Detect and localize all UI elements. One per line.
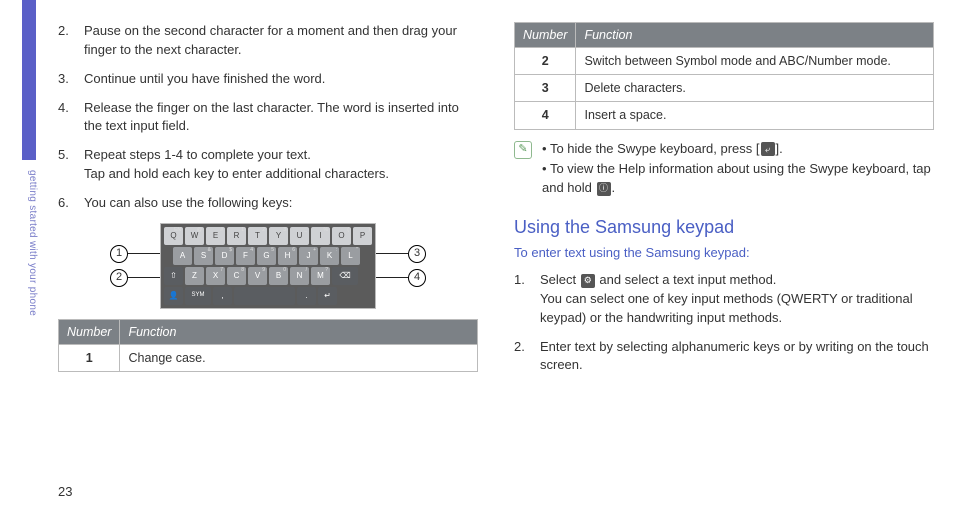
keypad-key: K: xyxy=(320,247,339,265)
td-fn: Switch between Symbol mode and ABC/Numbe… xyxy=(576,48,934,75)
keypad-key: . xyxy=(297,287,316,305)
keypad-key: A xyxy=(173,247,192,265)
step-text: Repeat steps 1-4 to complete your text. … xyxy=(84,146,478,184)
td-num: 3 xyxy=(515,75,576,102)
side-chapter-label: getting started with your phone xyxy=(20,170,38,370)
keypad-key: ⌫ xyxy=(332,267,358,285)
step-text: Select ⚙ and select a text input method.… xyxy=(540,271,934,328)
function-table-left: NumberFunction 1Change case. xyxy=(58,319,478,372)
keypad-key: H6 xyxy=(278,247,297,265)
td-num: 4 xyxy=(515,102,576,129)
td-fn: Delete characters. xyxy=(576,75,934,102)
keypad-key: O( xyxy=(332,227,351,245)
swype-steps: 2.Pause on the second character for a mo… xyxy=(58,22,478,213)
page-number: 23 xyxy=(58,484,72,499)
step-text: Pause on the second character for a mome… xyxy=(84,22,478,60)
step-num: 1. xyxy=(514,271,540,328)
keypad-key: Z xyxy=(185,267,204,285)
keypad-key: L" xyxy=(341,247,360,265)
th-number: Number xyxy=(515,23,576,48)
keypad-key: I% xyxy=(311,227,330,245)
step-num: 3. xyxy=(58,70,84,89)
note-item: To view the Help information about using… xyxy=(542,160,934,198)
section-heading: Using the Samsung keypad xyxy=(514,214,934,240)
step-num: 6. xyxy=(58,194,84,213)
back-key-icon: ⤶ xyxy=(761,142,775,156)
td-num: 2 xyxy=(515,48,576,75)
step-text: Enter text by selecting alphanumeric key… xyxy=(540,338,934,376)
keypad-key: 👤 xyxy=(164,287,183,305)
left-column: 2.Pause on the second character for a mo… xyxy=(58,22,478,517)
keypad-key: C8 xyxy=(227,267,246,285)
function-table-right: NumberFunction 2Switch between Symbol mo… xyxy=(514,22,934,130)
step-num: 4. xyxy=(58,99,84,137)
step-text: Continue until you have finished the wor… xyxy=(84,70,478,89)
td-num: 1 xyxy=(59,344,120,371)
keypad-key: B0 xyxy=(269,267,288,285)
callout-1: 1 xyxy=(110,245,128,263)
th-function: Function xyxy=(576,23,934,48)
keypad-key: T2 xyxy=(248,227,267,245)
callout-4: 4 xyxy=(408,269,426,287)
keypad-key: W@ xyxy=(185,227,204,245)
keypad-key: F4 xyxy=(236,247,255,265)
step-num: 2. xyxy=(58,22,84,60)
keypad-key: ⇧ xyxy=(164,267,183,285)
th-number: Number xyxy=(59,319,120,344)
keypad-key: ↵ xyxy=(318,287,337,305)
keypad-key: N/ xyxy=(290,267,309,285)
callout-3: 3 xyxy=(408,245,426,263)
keypad-key: G5 xyxy=(257,247,276,265)
page-content: 2.Pause on the second character for a mo… xyxy=(58,22,934,517)
keypad-key: V9 xyxy=(248,267,267,285)
side-color-tab xyxy=(22,0,36,160)
keypad-key: QEN xyxy=(164,227,183,245)
keypad-key: S& xyxy=(194,247,213,265)
keypad-illustration: 1 2 QENW@E#R1T2Y3U_I%O(P) AS&D$F4G5H6J+K… xyxy=(58,223,478,309)
step-num: 5. xyxy=(58,146,84,184)
keypad-key: J+ xyxy=(299,247,318,265)
gear-icon: ⚙ xyxy=(581,274,595,288)
keypad-key xyxy=(234,287,295,305)
callout-2: 2 xyxy=(110,269,128,287)
th-function: Function xyxy=(120,319,478,344)
note-item: To hide the Swype keyboard, press [⤶]. xyxy=(542,140,934,159)
swype-info-key-icon: ⓘ xyxy=(597,182,611,196)
keypad-key: , xyxy=(213,287,232,305)
step-num: 2. xyxy=(514,338,540,376)
keypad-key: U_ xyxy=(290,227,309,245)
keypad-key: E# xyxy=(206,227,225,245)
keypad-key: R1 xyxy=(227,227,246,245)
section-subhead: To enter text using the Samsung keypad: xyxy=(514,244,934,263)
keypad-key: D$ xyxy=(215,247,234,265)
keypad-key: X7 xyxy=(206,267,225,285)
right-column: NumberFunction 2Switch between Symbol mo… xyxy=(514,22,934,517)
samsung-steps: 1. Select ⚙ and select a text input meth… xyxy=(514,271,934,375)
note-icon: ✎ xyxy=(514,141,532,159)
swype-keypad: QENW@E#R1T2Y3U_I%O(P) AS&D$F4G5H6J+K:L" … xyxy=(160,223,376,309)
note-box: ✎ To hide the Swype keyboard, press [⤶].… xyxy=(514,140,934,201)
keypad-key: M? xyxy=(311,267,330,285)
step-text: Release the finger on the last character… xyxy=(84,99,478,137)
step-text: You can also use the following keys: xyxy=(84,194,478,213)
keypad-key: SYM xyxy=(185,287,211,305)
td-fn: Change case. xyxy=(120,344,478,371)
keypad-key: P) xyxy=(353,227,372,245)
keypad-key: Y3 xyxy=(269,227,288,245)
td-fn: Insert a space. xyxy=(576,102,934,129)
